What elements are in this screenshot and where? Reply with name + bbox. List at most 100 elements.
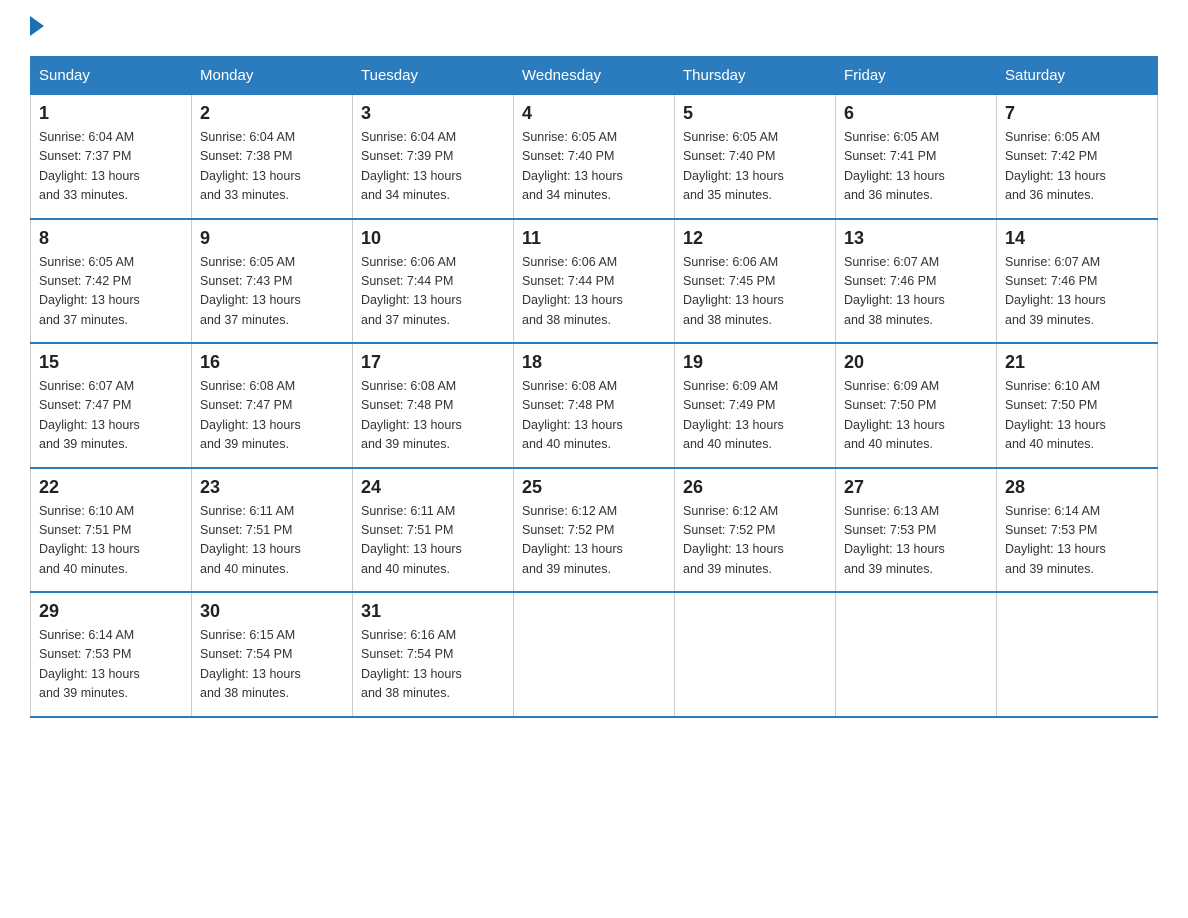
calendar-cell: 27Sunrise: 6:13 AMSunset: 7:53 PMDayligh… bbox=[836, 468, 997, 593]
day-number: 13 bbox=[844, 228, 988, 249]
calendar-cell bbox=[675, 592, 836, 717]
day-info: Sunrise: 6:08 AMSunset: 7:48 PMDaylight:… bbox=[361, 377, 505, 455]
day-info: Sunrise: 6:09 AMSunset: 7:49 PMDaylight:… bbox=[683, 377, 827, 455]
calendar-cell: 1Sunrise: 6:04 AMSunset: 7:37 PMDaylight… bbox=[31, 95, 192, 219]
day-info: Sunrise: 6:07 AMSunset: 7:46 PMDaylight:… bbox=[844, 253, 988, 331]
calendar-cell: 6 Sunrise: 6:05 AMSunset: 7:41 PMDaylight… bbox=[836, 95, 997, 219]
calendar-cell: 23Sunrise: 6:11 AMSunset: 7:51 PMDayligh… bbox=[192, 468, 353, 593]
calendar-cell: 12Sunrise: 6:06 AMSunset: 7:45 PMDayligh… bbox=[675, 219, 836, 344]
day-number: 10 bbox=[361, 228, 505, 249]
day-info: Sunrise: 6:11 AMSunset: 7:51 PMDaylight:… bbox=[200, 502, 344, 580]
day-info: Sunrise: 6:14 AMSunset: 7:53 PMDaylight:… bbox=[39, 626, 183, 704]
calendar-week-4: 22 Sunrise: 6:10 AMSunset: 7:51 PMDayligh… bbox=[31, 468, 1158, 593]
day-number: 9 bbox=[200, 228, 344, 249]
day-number: 18 bbox=[522, 352, 666, 373]
day-info: Sunrise: 6:14 AMSunset: 7:53 PMDaylight:… bbox=[1005, 502, 1149, 580]
calendar-header: SundayMondayTuesdayWednesdayThursdayFrid… bbox=[31, 57, 1158, 95]
day-number: 2 bbox=[200, 103, 344, 124]
calendar-cell: 31 Sunrise: 6:16 AMSunset: 7:54 PMDayligh… bbox=[353, 592, 514, 717]
calendar-cell: 7Sunrise: 6:05 AMSunset: 7:42 PMDaylight… bbox=[997, 95, 1158, 219]
day-number: 22 bbox=[39, 477, 183, 498]
calendar-cell: 13 Sunrise: 6:07 AMSunset: 7:46 PMDayligh… bbox=[836, 219, 997, 344]
day-number: 7 bbox=[1005, 103, 1149, 124]
calendar-cell: 4 Sunrise: 6:05 AMSunset: 7:40 PMDaylight… bbox=[514, 95, 675, 219]
day-info: Sunrise: 6:05 AMSunset: 7:40 PMDaylight:… bbox=[683, 128, 827, 206]
day-number: 15 bbox=[39, 352, 183, 373]
header-cell-wednesday: Wednesday bbox=[514, 57, 675, 95]
day-info: Sunrise: 6:04 AMSunset: 7:38 PMDaylight:… bbox=[200, 128, 344, 206]
day-info: Sunrise: 6:12 AMSunset: 7:52 PMDaylight:… bbox=[522, 502, 666, 580]
day-info: Sunrise: 6:07 AMSunset: 7:47 PMDaylight:… bbox=[39, 377, 183, 455]
calendar-cell: 28Sunrise: 6:14 AMSunset: 7:53 PMDayligh… bbox=[997, 468, 1158, 593]
day-info: Sunrise: 6:13 AMSunset: 7:53 PMDaylight:… bbox=[844, 502, 988, 580]
day-info: Sunrise: 6:10 AMSunset: 7:50 PMDaylight:… bbox=[1005, 377, 1149, 455]
day-info: Sunrise: 6:07 AMSunset: 7:46 PMDaylight:… bbox=[1005, 253, 1149, 331]
logo-arrow-icon bbox=[30, 16, 44, 36]
calendar-cell bbox=[836, 592, 997, 717]
day-number: 4 bbox=[522, 103, 666, 124]
day-info: Sunrise: 6:05 AMSunset: 7:41 PMDaylight:… bbox=[844, 128, 988, 206]
day-number: 11 bbox=[522, 228, 666, 249]
day-number: 25 bbox=[522, 477, 666, 498]
day-info: Sunrise: 6:05 AMSunset: 7:43 PMDaylight:… bbox=[200, 253, 344, 331]
calendar-cell bbox=[514, 592, 675, 717]
day-number: 5 bbox=[683, 103, 827, 124]
day-number: 17 bbox=[361, 352, 505, 373]
day-number: 14 bbox=[1005, 228, 1149, 249]
day-info: Sunrise: 6:10 AMSunset: 7:51 PMDaylight:… bbox=[39, 502, 183, 580]
calendar-cell: 20 Sunrise: 6:09 AMSunset: 7:50 PMDayligh… bbox=[836, 343, 997, 468]
day-info: Sunrise: 6:16 AMSunset: 7:54 PMDaylight:… bbox=[361, 626, 505, 704]
calendar-cell: 14 Sunrise: 6:07 AMSunset: 7:46 PMDayligh… bbox=[997, 219, 1158, 344]
calendar-cell: 17 Sunrise: 6:08 AMSunset: 7:48 PMDayligh… bbox=[353, 343, 514, 468]
header-cell-thursday: Thursday bbox=[675, 57, 836, 95]
calendar-cell: 29 Sunrise: 6:14 AMSunset: 7:53 PMDayligh… bbox=[31, 592, 192, 717]
day-info: Sunrise: 6:04 AMSunset: 7:39 PMDaylight:… bbox=[361, 128, 505, 206]
day-info: Sunrise: 6:08 AMSunset: 7:47 PMDaylight:… bbox=[200, 377, 344, 455]
calendar-week-3: 15 Sunrise: 6:07 AMSunset: 7:47 PMDayligh… bbox=[31, 343, 1158, 468]
calendar-cell: 10 Sunrise: 6:06 AMSunset: 7:44 PMDayligh… bbox=[353, 219, 514, 344]
logo bbox=[30, 20, 44, 36]
calendar-body: 1Sunrise: 6:04 AMSunset: 7:37 PMDaylight… bbox=[31, 95, 1158, 717]
day-number: 31 bbox=[361, 601, 505, 622]
day-number: 19 bbox=[683, 352, 827, 373]
day-number: 8 bbox=[39, 228, 183, 249]
day-number: 3 bbox=[361, 103, 505, 124]
calendar-cell: 25 Sunrise: 6:12 AMSunset: 7:52 PMDayligh… bbox=[514, 468, 675, 593]
calendar-cell bbox=[997, 592, 1158, 717]
day-number: 24 bbox=[361, 477, 505, 498]
day-info: Sunrise: 6:08 AMSunset: 7:48 PMDaylight:… bbox=[522, 377, 666, 455]
header-cell-sunday: Sunday bbox=[31, 57, 192, 95]
day-number: 12 bbox=[683, 228, 827, 249]
calendar-table: SundayMondayTuesdayWednesdayThursdayFrid… bbox=[30, 56, 1158, 718]
calendar-cell: 15 Sunrise: 6:07 AMSunset: 7:47 PMDayligh… bbox=[31, 343, 192, 468]
day-info: Sunrise: 6:12 AMSunset: 7:52 PMDaylight:… bbox=[683, 502, 827, 580]
day-info: Sunrise: 6:09 AMSunset: 7:50 PMDaylight:… bbox=[844, 377, 988, 455]
day-number: 20 bbox=[844, 352, 988, 373]
header-cell-saturday: Saturday bbox=[997, 57, 1158, 95]
day-info: Sunrise: 6:05 AMSunset: 7:42 PMDaylight:… bbox=[39, 253, 183, 331]
calendar-week-5: 29 Sunrise: 6:14 AMSunset: 7:53 PMDayligh… bbox=[31, 592, 1158, 717]
calendar-cell: 21 Sunrise: 6:10 AMSunset: 7:50 PMDayligh… bbox=[997, 343, 1158, 468]
day-number: 16 bbox=[200, 352, 344, 373]
day-info: Sunrise: 6:04 AMSunset: 7:37 PMDaylight:… bbox=[39, 128, 183, 206]
day-info: Sunrise: 6:11 AMSunset: 7:51 PMDaylight:… bbox=[361, 502, 505, 580]
calendar-cell: 19 Sunrise: 6:09 AMSunset: 7:49 PMDayligh… bbox=[675, 343, 836, 468]
header-cell-friday: Friday bbox=[836, 57, 997, 95]
day-info: Sunrise: 6:06 AMSunset: 7:44 PMDaylight:… bbox=[522, 253, 666, 331]
calendar-cell: 2 Sunrise: 6:04 AMSunset: 7:38 PMDaylight… bbox=[192, 95, 353, 219]
header-cell-monday: Monday bbox=[192, 57, 353, 95]
calendar-cell: 26 Sunrise: 6:12 AMSunset: 7:52 PMDayligh… bbox=[675, 468, 836, 593]
day-number: 26 bbox=[683, 477, 827, 498]
calendar-cell: 9 Sunrise: 6:05 AMSunset: 7:43 PMDaylight… bbox=[192, 219, 353, 344]
day-info: Sunrise: 6:05 AMSunset: 7:40 PMDaylight:… bbox=[522, 128, 666, 206]
day-number: 6 bbox=[844, 103, 988, 124]
day-number: 29 bbox=[39, 601, 183, 622]
calendar-cell: 22 Sunrise: 6:10 AMSunset: 7:51 PMDayligh… bbox=[31, 468, 192, 593]
header-row: SundayMondayTuesdayWednesdayThursdayFrid… bbox=[31, 57, 1158, 95]
calendar-cell: 24 Sunrise: 6:11 AMSunset: 7:51 PMDayligh… bbox=[353, 468, 514, 593]
calendar-cell: 30Sunrise: 6:15 AMSunset: 7:54 PMDayligh… bbox=[192, 592, 353, 717]
calendar-cell: 5 Sunrise: 6:05 AMSunset: 7:40 PMDaylight… bbox=[675, 95, 836, 219]
calendar-cell: 18 Sunrise: 6:08 AMSunset: 7:48 PMDayligh… bbox=[514, 343, 675, 468]
day-number: 21 bbox=[1005, 352, 1149, 373]
day-info: Sunrise: 6:06 AMSunset: 7:44 PMDaylight:… bbox=[361, 253, 505, 331]
